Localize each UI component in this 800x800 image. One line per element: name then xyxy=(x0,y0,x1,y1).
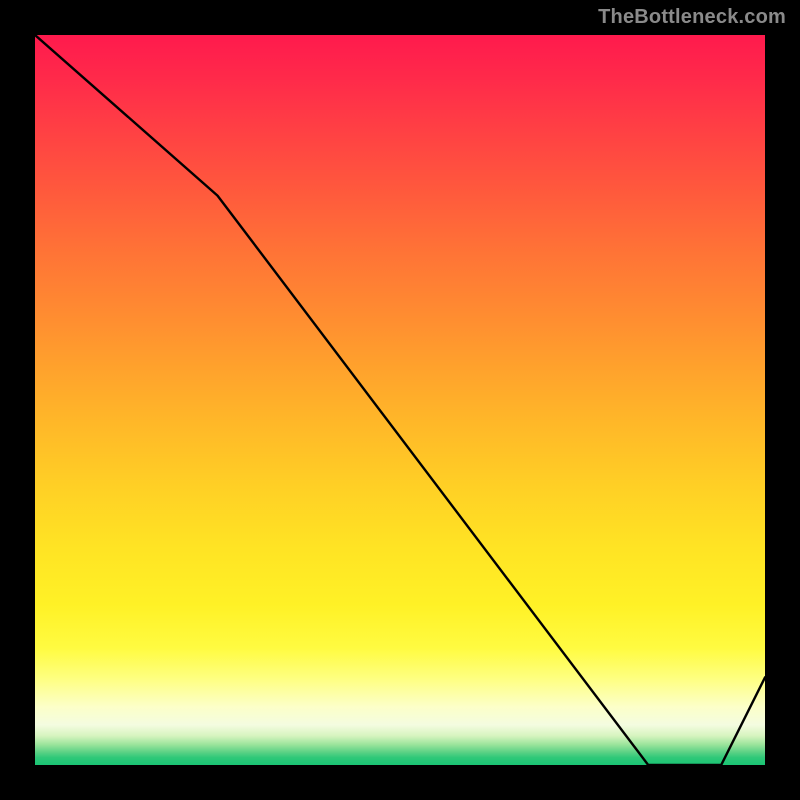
chart-frame: TheBottleneck.com xyxy=(0,0,800,800)
bottleneck-curve xyxy=(35,35,765,765)
plot-area xyxy=(35,35,765,765)
watermark-text: TheBottleneck.com xyxy=(598,6,786,29)
curve-path xyxy=(35,35,765,765)
